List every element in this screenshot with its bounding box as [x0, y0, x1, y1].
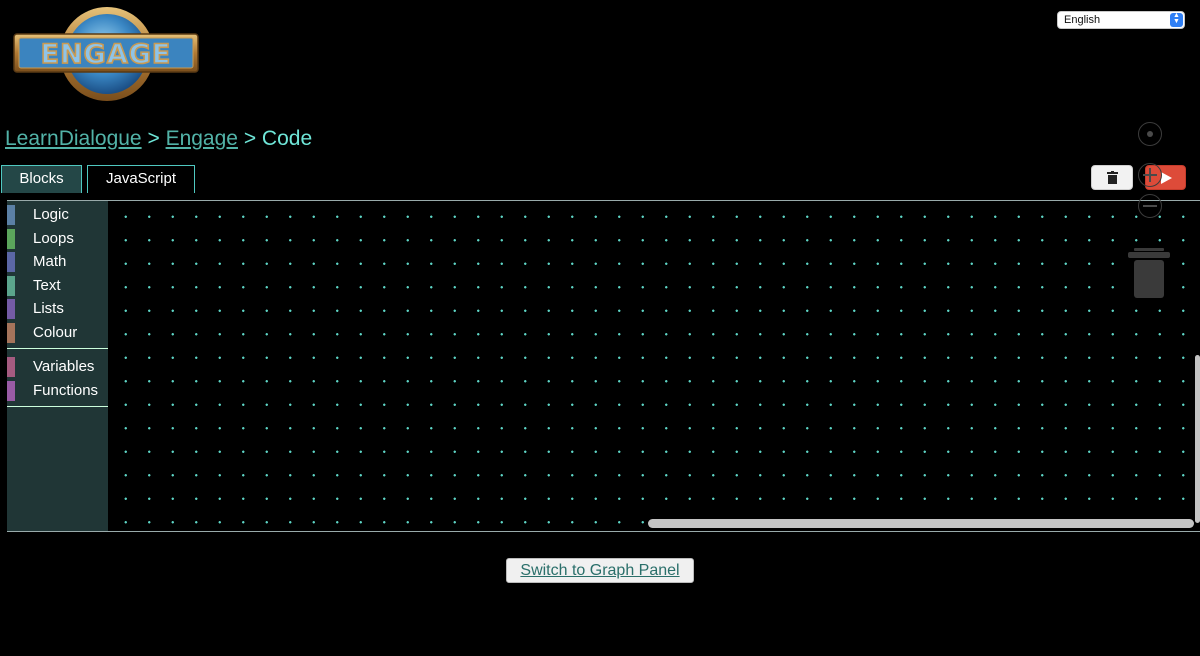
category-label: Loops	[33, 229, 74, 247]
zoom-reset-button[interactable]	[1138, 122, 1162, 146]
switch-to-graph-panel-button[interactable]: Switch to Graph Panel	[506, 558, 694, 583]
category-color-swatch	[7, 357, 15, 377]
toolbox-category-math[interactable]: Math	[7, 250, 108, 274]
language-selected: English	[1064, 14, 1101, 26]
category-color-swatch	[7, 205, 15, 225]
minus-icon	[1143, 205, 1157, 207]
category-label: Variables	[33, 358, 95, 375]
clear-workspace-button[interactable]	[1091, 165, 1133, 190]
workspace-trash-can-icon[interactable]	[1126, 246, 1172, 307]
category-color-swatch	[7, 299, 15, 319]
toolbox-separator	[7, 348, 108, 349]
toolbox-category-text[interactable]: Text	[7, 274, 108, 298]
breadcrumb-separator: >	[147, 127, 160, 150]
zoom-in-button[interactable]	[1138, 163, 1162, 187]
logo-text: ENGAGE	[41, 39, 172, 70]
category-color-swatch	[7, 380, 15, 401]
toolbox-category-colour[interactable]: Colour	[7, 321, 108, 345]
toolbox-categories: Logic Loops Math Text Lists Colour Variables Fu…	[7, 201, 108, 407]
category-color-swatch	[7, 322, 15, 343]
breadcrumb-current: Code	[261, 127, 313, 150]
category-color-swatch	[7, 228, 15, 249]
blockly-workspace: Logic Loops Math Text Lists Colour Variables Fu…	[7, 200, 1200, 532]
toolbox-category-logic[interactable]: Logic	[7, 203, 108, 227]
breadcrumb-learndialogue[interactable]: LearnDialogue	[5, 127, 142, 150]
workspace-canvas[interactable]	[108, 201, 1200, 531]
category-color-swatch	[7, 275, 15, 296]
vertical-scrollbar[interactable]	[1195, 355, 1200, 523]
select-arrows-icon: ▲ ▼	[1170, 12, 1183, 27]
trash-icon	[1106, 171, 1118, 184]
plus-icon	[1143, 168, 1157, 182]
category-label: Functions	[33, 381, 99, 399]
category-label: Logic	[33, 206, 69, 223]
toolbox: Logic Loops Math Text Lists Colour Variables Fu…	[7, 201, 108, 531]
language-select[interactable]: English ▲ ▼	[1057, 11, 1185, 29]
toolbox-category-variables[interactable]: Variables	[7, 355, 108, 379]
category-color-swatch	[7, 252, 15, 272]
toolbox-category-loops[interactable]: Loops	[7, 227, 108, 251]
toolbox-category-lists[interactable]: Lists	[7, 297, 108, 321]
tab-javascript[interactable]: JavaScript	[87, 165, 195, 193]
tab-blocks[interactable]: Blocks	[1, 165, 82, 193]
horizontal-scrollbar[interactable]	[648, 519, 1194, 528]
category-label: Lists	[33, 300, 64, 317]
target-icon	[1147, 131, 1153, 137]
breadcrumb: LearnDialogue > Engage > Code	[5, 127, 312, 151]
engage-logo: ENGAGE	[12, 4, 202, 104]
category-label: Math	[33, 253, 67, 270]
toolbox-separator	[7, 406, 108, 407]
breadcrumb-separator: >	[243, 127, 257, 150]
zoom-out-button[interactable]	[1138, 194, 1162, 218]
category-label: Colour	[33, 323, 78, 341]
category-label: Text	[33, 276, 61, 294]
breadcrumb-engage[interactable]: Engage	[166, 127, 238, 150]
toolbox-category-functions[interactable]: Functions	[7, 379, 108, 403]
